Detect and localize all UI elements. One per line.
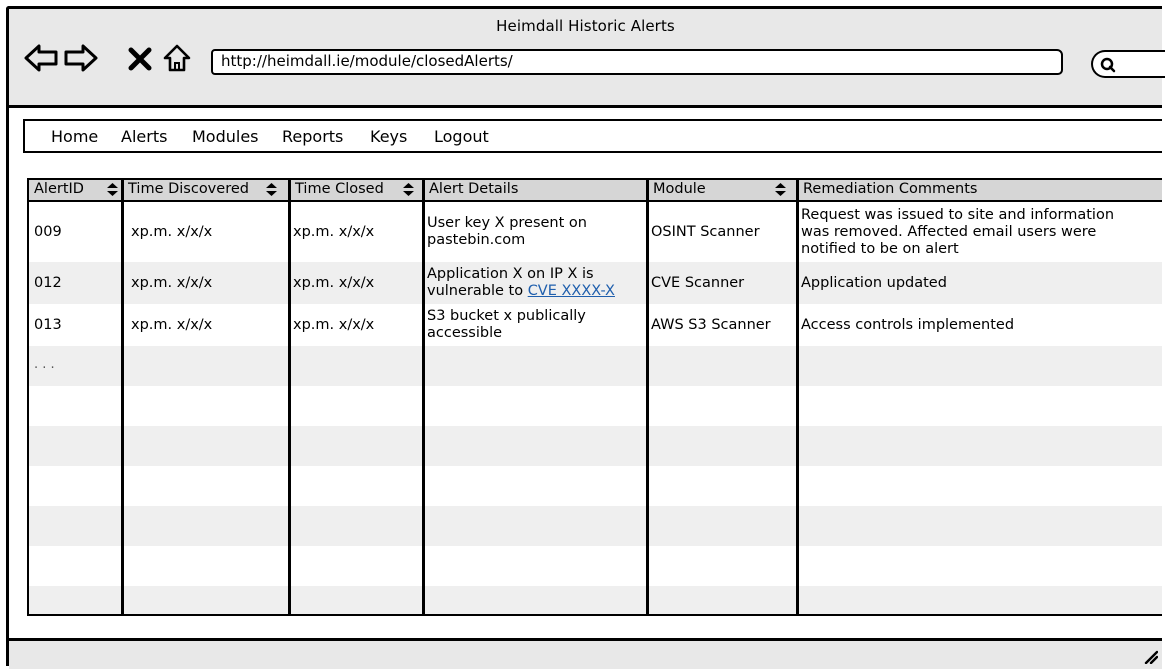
- cell-module: OSINT Scanner: [651, 223, 760, 240]
- close-icon: [127, 43, 153, 73]
- cell-alertid: 013: [34, 316, 62, 333]
- page-content: Home Alerts Modules Reports Keys Logout …: [9, 108, 1162, 641]
- cell-time-discovered: xp.m. x/x/x: [131, 316, 213, 333]
- column-header-time-discovered[interactable]: Time Discovered: [123, 180, 288, 200]
- sort-icon: [775, 183, 786, 200]
- menu-item-keys[interactable]: Keys: [370, 127, 407, 146]
- empty-row: [29, 506, 1162, 546]
- forward-arrow-icon: [63, 43, 98, 73]
- cell-alert-details: Application X on IP X is vulnerable to C…: [424, 262, 646, 304]
- window-title: Heimdall Historic Alerts: [496, 17, 675, 35]
- sort-icon: [266, 183, 277, 200]
- column-divider: [288, 180, 291, 614]
- table-header-row: AlertID Time Discovered Time Closed Aler…: [29, 180, 1162, 200]
- cell-module: CVE Scanner: [651, 274, 745, 291]
- cell-time-discovered: xp.m. x/x/x: [131, 223, 213, 240]
- search-field[interactable]: [1091, 50, 1165, 78]
- browser-toolbar: Heimdall Historic Alerts http://heimdall…: [9, 9, 1165, 108]
- cell-remediation-comments: Request was issued to site and informati…: [801, 206, 1115, 257]
- sort-icon: [107, 183, 118, 200]
- cve-link[interactable]: CVE XXXX-X: [528, 283, 615, 299]
- cell-alertid: 012: [34, 274, 62, 291]
- more-rows-indicator: . . .: [34, 357, 55, 372]
- alert-details-text: Application X on IP X is vulnerable to C…: [427, 266, 646, 300]
- column-header-alertid[interactable]: AlertID: [29, 180, 121, 200]
- menu-item-home[interactable]: Home: [51, 127, 98, 146]
- cell-time-discovered: xp.m. x/x/x: [131, 274, 213, 291]
- empty-row: [29, 586, 1162, 614]
- column-header-label: Time Closed: [295, 181, 384, 197]
- cell-remediation-comments: Access controls implemented: [801, 316, 1015, 333]
- cell-remediation-comments: Application updated: [801, 274, 947, 291]
- cell-alertid: 009: [34, 223, 62, 240]
- empty-row: [29, 386, 1162, 426]
- column-header-module[interactable]: Module: [648, 180, 796, 200]
- menu-item-reports[interactable]: Reports: [282, 127, 343, 146]
- empty-row: [29, 426, 1162, 466]
- column-header-time-closed[interactable]: Time Closed: [290, 180, 422, 200]
- address-bar[interactable]: http://heimdall.ie/module/closedAlerts/: [211, 49, 1063, 75]
- address-value: http://heimdall.ie/module/closedAlerts/: [221, 52, 513, 70]
- cell-alert-details: User key X present on pastebin.com: [427, 215, 587, 248]
- home-icon: [161, 43, 195, 73]
- table-row[interactable]: 013 xp.m. x/x/x xp.m. x/x/x S3 bucket x …: [29, 304, 1162, 346]
- forward-button[interactable]: [63, 43, 98, 73]
- column-header-label: AlertID: [34, 181, 84, 197]
- back-arrow-icon: [23, 43, 58, 73]
- cell-time-closed: xp.m. x/x/x: [293, 316, 375, 333]
- empty-row: [29, 546, 1162, 586]
- cell-alert-details: S3 bucket x publically accessible: [427, 308, 586, 341]
- column-divider: [422, 180, 425, 614]
- column-divider: [646, 180, 649, 614]
- menu-item-modules[interactable]: Modules: [192, 127, 259, 146]
- stop-button[interactable]: [127, 43, 153, 73]
- resize-grip-icon[interactable]: [1144, 649, 1159, 668]
- sort-icon: [403, 183, 414, 200]
- column-header-remediation-comments: Remediation Comments: [803, 181, 978, 197]
- menu-item-alerts[interactable]: Alerts: [121, 127, 167, 146]
- nav-menu: Home Alerts Modules Reports Keys Logout: [23, 119, 1162, 153]
- column-header-label: Module: [653, 181, 706, 197]
- back-button[interactable]: [23, 43, 58, 73]
- column-header-label: Time Discovered: [128, 181, 249, 197]
- cell-time-closed: xp.m. x/x/x: [293, 223, 375, 240]
- column-divider: [796, 180, 799, 614]
- browser-window: Heimdall Historic Alerts http://heimdall…: [6, 6, 1165, 669]
- search-icon: [1099, 56, 1117, 78]
- status-bar: [9, 641, 1162, 669]
- table-row[interactable]: 009 xp.m. x/x/x xp.m. x/x/x User key X p…: [29, 202, 1162, 262]
- column-divider: [121, 180, 124, 614]
- cell-time-closed: xp.m. x/x/x: [293, 274, 375, 291]
- menu-item-logout[interactable]: Logout: [434, 127, 489, 146]
- cell-module: AWS S3 Scanner: [651, 316, 771, 333]
- table-row: . . .: [29, 346, 1162, 386]
- alerts-table: AlertID Time Discovered Time Closed Aler…: [27, 178, 1162, 616]
- home-button[interactable]: [161, 43, 195, 73]
- column-header-alert-details: Alert Details: [429, 181, 519, 197]
- table-row[interactable]: 012 xp.m. x/x/x xp.m. x/x/x Application …: [29, 262, 1162, 304]
- empty-row: [29, 466, 1162, 506]
